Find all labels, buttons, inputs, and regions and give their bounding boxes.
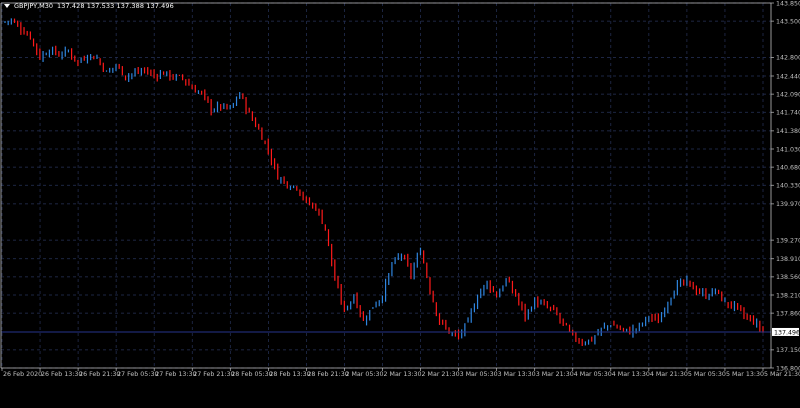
x-tick-label: 26 Feb 2020 (3, 371, 42, 378)
y-tick-label: 142.440 (776, 73, 800, 80)
y-tick-label: 141.380 (776, 128, 800, 135)
candles (4, 18, 764, 346)
triangle-down-icon[interactable] (4, 4, 10, 8)
x-tick-label: 26 Feb 13:30 (41, 371, 82, 378)
y-tick-label: 140.330 (776, 183, 800, 190)
x-tick-label: 3 Mar 21:30 (536, 371, 574, 378)
y-tick-label: 141.740 (776, 110, 800, 117)
x-tick-label: 4 Mar 21:30 (650, 371, 688, 378)
y-tick-label: 138.910 (776, 256, 800, 263)
x-tick-label: 27 Feb 13:30 (155, 371, 196, 378)
x-tick-label: 5 Mar 13:30 (726, 371, 764, 378)
y-tick-label: 142.800 (776, 55, 800, 62)
grid (1, 2, 771, 369)
x-tick-label: 5 Mar 05:30 (688, 371, 726, 378)
x-tick-label: 28 Feb 05:30 (231, 371, 272, 378)
x-tick-label: 28 Feb 21:30 (307, 371, 348, 378)
x-tick-label: 28 Feb 13:30 (269, 371, 310, 378)
x-tick-label: 5 Mar 21:30 (764, 371, 800, 378)
chart-canvas[interactable]: 143.850 143.500 142.800 142.440 142.090 141.7… (0, 0, 800, 408)
y-tick-label: 139.270 (776, 237, 800, 244)
axes: 143.850 143.500 142.800 142.440 142.090 141.7… (0, 0, 800, 378)
y-tick-label: 143.500 (776, 18, 800, 25)
y-tick-label: 138.210 (776, 292, 800, 299)
symbol-label: GBPJPY,M30 (14, 2, 54, 10)
y-tick-label: 138.560 (776, 274, 800, 281)
y-tick-label: 137.860 (776, 310, 800, 317)
y-tick-label: 140.680 (776, 164, 800, 171)
chart-window[interactable]: 143.850 143.500 142.800 142.440 142.090 141.7… (0, 0, 800, 408)
x-tick-label: 27 Feb 21:30 (193, 371, 234, 378)
y-tick-label: 143.850 (776, 0, 800, 7)
x-tick-label: 4 Mar 13:30 (612, 371, 650, 378)
x-tick-label: 4 Mar 05:30 (574, 371, 612, 378)
y-tick-label: 141.030 (776, 146, 800, 153)
y-tick-label: 139.970 (776, 201, 800, 208)
x-tick-label: 2 Mar 13:30 (384, 371, 422, 378)
price-tag-label: 137.496 (774, 329, 800, 336)
x-tick-label: 3 Mar 05:30 (460, 371, 498, 378)
x-tick-label: 2 Mar 05:30 (345, 371, 383, 378)
x-tick-label: 3 Mar 13:30 (498, 371, 536, 378)
x-tick-label: 26 Feb 21:30 (79, 371, 120, 378)
x-tick-label: 2 Mar 21:30 (422, 371, 460, 378)
ohlc-readout: 137.428 137.533 137.388 137.496 (57, 2, 174, 10)
chart-header: GBPJPY,M30 137.428 137.533 137.388 137.4… (4, 2, 174, 10)
y-tick-label: 142.090 (776, 91, 800, 98)
x-tick-label: 27 Feb 05:30 (117, 371, 158, 378)
y-tick-label: 137.150 (776, 347, 800, 354)
